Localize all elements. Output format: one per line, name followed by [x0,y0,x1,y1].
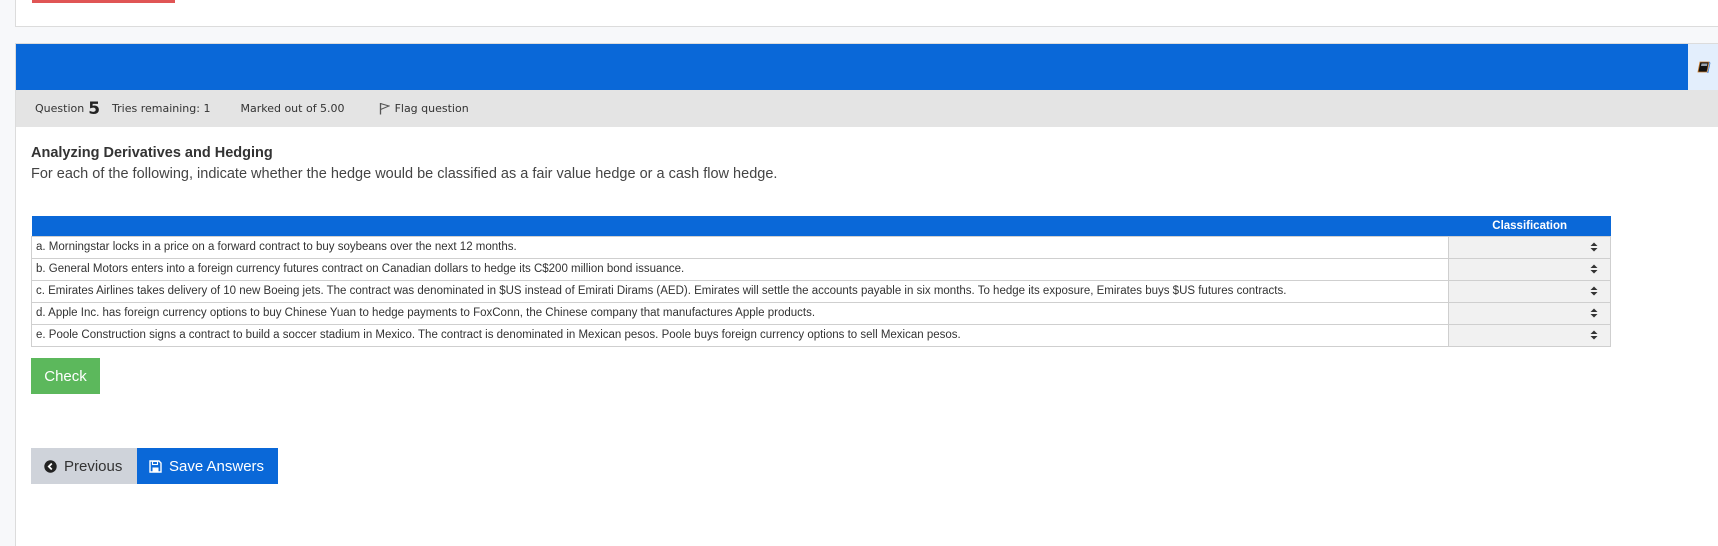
table-row: a. Morningstar locks in a price on a for… [30,235,1611,259]
statement-cell: c. Emirates Airlines takes delivery of 1… [30,279,1450,303]
sort-arrows-icon [1590,242,1598,252]
statement-cell: d. Apple Inc. has foreign currency optio… [30,301,1450,325]
sort-arrows-icon [1590,286,1598,296]
flag-question-label: Flag question [394,102,469,115]
save-answers-button[interactable]: Save Answers [137,448,278,484]
check-button[interactable]: Check [31,358,100,394]
question-label: Question [35,102,85,115]
table-row: e. Poole Construction signs a contract t… [30,323,1611,347]
flag-icon [379,102,390,115]
question-info-bar: Question 5 Tries remaining: 1 Marked out… [16,90,1718,127]
previous-label: Previous [64,457,123,475]
statement-cell: b. General Motors enters into a foreign … [30,257,1450,281]
question-description: For each of the following, indicate whet… [31,166,778,182]
book-icon [1697,61,1710,73]
classification-column-header: Classification [1448,216,1611,236]
sort-arrows-icon [1590,308,1598,318]
statement-cell: a. Morningstar locks in a price on a for… [30,235,1450,259]
ebook-button[interactable] [1688,44,1718,90]
classification-select[interactable] [1449,237,1610,258]
top-panel [15,0,1718,27]
classification-select[interactable] [1449,325,1610,346]
save-answers-label: Save Answers [169,457,265,475]
tries-remaining: Tries remaining: 1 [112,102,211,115]
question-number: 5 [88,98,101,119]
classification-select[interactable] [1449,281,1610,302]
statement-column-header [31,216,1449,236]
floppy-disk-icon [149,459,162,473]
marked-out-of: Marked out of 5.00 [240,102,345,115]
statement-cell: e. Poole Construction signs a contract t… [30,323,1450,347]
sort-arrows-icon [1590,264,1598,274]
question-title: Analyzing Derivatives and Hedging [31,145,273,161]
table-row: c. Emirates Airlines takes delivery of 1… [30,279,1611,303]
table-header-row: Classification [31,216,1611,236]
hedge-classification-table: Classification a. Morningstar locks in a… [30,216,1611,347]
table-row: b. General Motors enters into a foreign … [30,257,1611,281]
previous-button[interactable]: Previous [31,448,137,484]
progress-strip [32,0,175,3]
table-row: d. Apple Inc. has foreign currency optio… [30,301,1611,325]
sort-arrows-icon [1590,330,1598,340]
chevron-circle-left-icon [44,459,57,473]
classification-select[interactable] [1449,259,1610,280]
question-card: Question 5 Tries remaining: 1 Marked out… [15,43,1718,546]
flag-question-button[interactable]: Flag question [379,102,469,115]
card-header [16,44,1688,90]
classification-select[interactable] [1449,303,1610,324]
